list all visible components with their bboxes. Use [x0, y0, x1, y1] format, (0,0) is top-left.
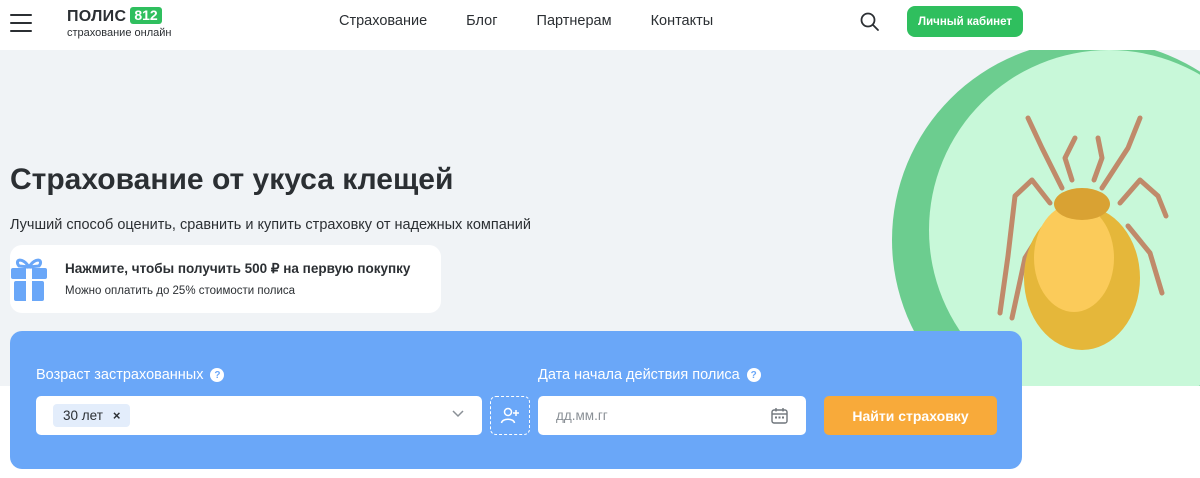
date-field — [538, 396, 806, 435]
question-icon[interactable]: ? — [210, 368, 225, 382]
logo-subtitle: страхование онлайн — [67, 27, 172, 39]
date-label-text: Дата начала действия полиса — [538, 367, 740, 383]
promo-subtitle: Можно оплатить до 25% стоимости полиса — [65, 285, 296, 297]
gift-icon — [11, 258, 47, 301]
nav-insurance[interactable]: Страхование — [339, 13, 427, 29]
main-nav: Страхование Блог Партнерам Контакты — [339, 13, 752, 29]
logo-title: ПОЛИС — [67, 8, 127, 25]
header: ПОЛИС 812 страхование онлайн Страхование … — [0, 0, 1200, 50]
nav-blog[interactable]: Блог — [466, 13, 497, 29]
age-chip-label: 30 лет — [63, 408, 103, 423]
date-input[interactable] — [538, 396, 768, 435]
age-chip: 30 лет × — [53, 404, 131, 427]
promo-title: Нажмите, чтобы получить 500 ₽ на первую … — [65, 261, 411, 276]
chevron-down-icon[interactable] — [452, 410, 464, 418]
personal-cabinet-button[interactable]: Личный кабинет — [907, 6, 1023, 37]
promo-banner[interactable]: Нажмите, чтобы получить 500 ₽ на первую … — [10, 245, 441, 313]
logo[interactable]: ПОЛИС 812 страхование онлайн — [67, 7, 171, 39]
page-title: Страхование от укуса клещей — [10, 163, 454, 196]
calendar-icon[interactable] — [771, 407, 788, 424]
age-select[interactable]: 30 лет × — [36, 396, 482, 435]
tick-illustration — [997, 115, 1169, 350]
age-label-text: Возраст застрахованных — [36, 367, 204, 383]
insurance-search-form: Возраст застрахованных ? 30 лет × Дата н… — [10, 331, 1022, 469]
logo-badge: 812 — [130, 7, 162, 24]
question-icon[interactable]: ? — [746, 368, 761, 382]
add-person-button[interactable] — [490, 396, 530, 435]
remove-chip-icon[interactable]: × — [113, 408, 121, 423]
menu-icon[interactable] — [10, 12, 32, 32]
add-person-icon — [500, 407, 519, 423]
find-insurance-button[interactable]: Найти страховку — [824, 396, 997, 435]
age-label: Возраст застрахованных ? — [36, 367, 225, 383]
nav-contacts[interactable]: Контакты — [651, 13, 714, 29]
page-subtitle: Лучший способ оценить, сравнить и купить… — [10, 217, 532, 233]
date-label: Дата начала действия полиса ? — [538, 367, 761, 383]
search-icon[interactable] — [859, 11, 881, 33]
nav-partners[interactable]: Партнерам — [537, 13, 612, 29]
